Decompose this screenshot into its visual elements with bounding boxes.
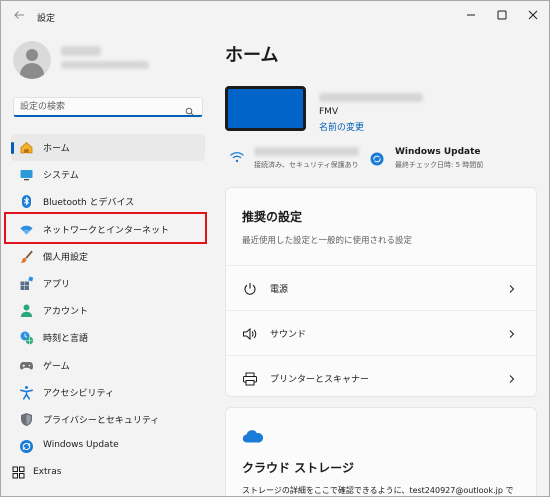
- redacted-user-name: [61, 46, 101, 56]
- row-label: 電源: [270, 285, 289, 295]
- recommended-row-sound[interactable]: サウンド: [226, 310, 536, 355]
- device-image: [225, 86, 306, 131]
- accessibility-icon: [19, 385, 34, 400]
- system-icon: [19, 167, 34, 182]
- page-title: ホーム: [225, 45, 279, 66]
- sidebar-item-label: Extras: [33, 467, 62, 477]
- sidebar-item-label: Bluetooth とデバイス: [43, 198, 135, 209]
- highlight-box: [4, 212, 207, 244]
- time-language-icon: [19, 330, 34, 345]
- sidebar-item-label: 時刻と言語: [43, 334, 89, 345]
- sidebar-item-accessibility[interactable]: アクセシビリティ: [11, 379, 205, 406]
- rename-link[interactable]: 名前の変更: [319, 120, 364, 133]
- speaker-icon: [242, 326, 258, 341]
- title-bar: 設定: [1, 1, 549, 33]
- app-title: 設定: [37, 14, 56, 24]
- sidebar-item-time-language[interactable]: 時刻と言語: [11, 324, 205, 351]
- sidebar-item-windows-update[interactable]: Windows Update: [11, 433, 205, 460]
- sidebar-item-extras[interactable]: Extras: [11, 463, 205, 483]
- selection-indicator: [11, 142, 14, 154]
- search-icon[interactable]: [185, 102, 195, 117]
- cloud-icon: [242, 428, 264, 443]
- windows-update-icon: [19, 439, 34, 454]
- sidebar-item-accounts[interactable]: アカウント: [11, 297, 205, 324]
- settings-window: 設定 ホーム: [0, 0, 550, 497]
- windows-update-title[interactable]: Windows Update: [395, 147, 481, 157]
- back-arrow-icon[interactable]: [11, 9, 27, 25]
- shield-icon: [19, 412, 34, 427]
- apps-icon: [19, 276, 34, 291]
- brush-icon: [19, 249, 34, 264]
- sidebar-item-label: プライバシーとセキュリティ: [43, 415, 160, 426]
- avatar: [13, 41, 51, 79]
- network-status: 接続済み、セキュリティ保護あり: [254, 161, 359, 169]
- bluetooth-icon: [19, 194, 34, 209]
- cloud-storage-card: クラウド ストレージ ストレージの詳細をここで確認できるように、test2409…: [225, 407, 537, 496]
- sidebar-item-gaming[interactable]: ゲーム: [11, 352, 205, 379]
- printer-icon: [242, 371, 258, 386]
- sidebar-item-privacy-security[interactable]: プライバシーとセキュリティ: [11, 406, 205, 433]
- sidebar-item-apps[interactable]: アプリ: [11, 270, 205, 297]
- sidebar-nav: ホーム システム Bluetooth とデバイス ネットワークとインターネット …: [11, 134, 205, 460]
- home-icon: [19, 140, 34, 155]
- redacted-network-name: [254, 147, 359, 156]
- row-label: プリンターとスキャナー: [270, 375, 370, 385]
- row-label: サウンド: [270, 330, 307, 340]
- sidebar-item-home[interactable]: ホーム: [11, 134, 205, 162]
- chevron-right-icon: [507, 281, 517, 295]
- recommended-settings-card: 推奨の設定 最近使用した設定と一般的に使用される設定 電源 サウンド プリンター…: [225, 187, 537, 397]
- minimize-icon[interactable]: [456, 5, 486, 25]
- sidebar-item-system[interactable]: システム: [11, 161, 205, 188]
- wifi-icon: [229, 149, 245, 163]
- windows-update-status-icon: [370, 151, 384, 166]
- redacted-user-email: [61, 61, 149, 69]
- sidebar-item-personalization[interactable]: 個人用設定: [11, 243, 205, 270]
- maximize-icon[interactable]: [487, 5, 517, 25]
- recommended-row-power[interactable]: 電源: [226, 265, 536, 310]
- windows-update-status: 最終チェック日時: 5 時間前: [395, 161, 484, 169]
- device-model: FMV: [319, 107, 339, 117]
- gamepad-icon: [19, 358, 34, 373]
- recommended-title: 推奨の設定: [242, 210, 303, 224]
- chevron-right-icon: [507, 371, 517, 385]
- recommended-row-printers[interactable]: プリンターとスキャナー: [226, 355, 536, 400]
- recommended-subtitle: 最近使用した設定と一般的に使用される設定: [242, 236, 413, 246]
- account-icon: [19, 303, 34, 318]
- close-icon[interactable]: [518, 5, 548, 25]
- sidebar-item-label: Windows Update: [43, 440, 119, 451]
- sidebar-item-label: システム: [43, 171, 79, 182]
- sidebar-item-label: アプリ: [43, 279, 71, 290]
- settings-search[interactable]: [13, 97, 203, 117]
- cloud-storage-title: クラウド ストレージ: [242, 461, 354, 475]
- sidebar-item-label: 個人用設定: [43, 252, 89, 263]
- search-input[interactable]: [20, 100, 180, 114]
- extras-icon: [11, 465, 26, 480]
- sidebar-item-label: アカウント: [43, 307, 89, 318]
- chevron-right-icon: [507, 326, 517, 340]
- redacted-device-name: [319, 93, 423, 102]
- sidebar-item-label: ゲーム: [43, 361, 70, 372]
- power-icon: [242, 281, 258, 295]
- sidebar-item-label: ホーム: [43, 144, 70, 154]
- cloud-storage-description: ストレージの詳細をここで確認できるように、test240927@outlook.…: [242, 486, 514, 495]
- sidebar-item-label: アクセシビリティ: [43, 388, 115, 399]
